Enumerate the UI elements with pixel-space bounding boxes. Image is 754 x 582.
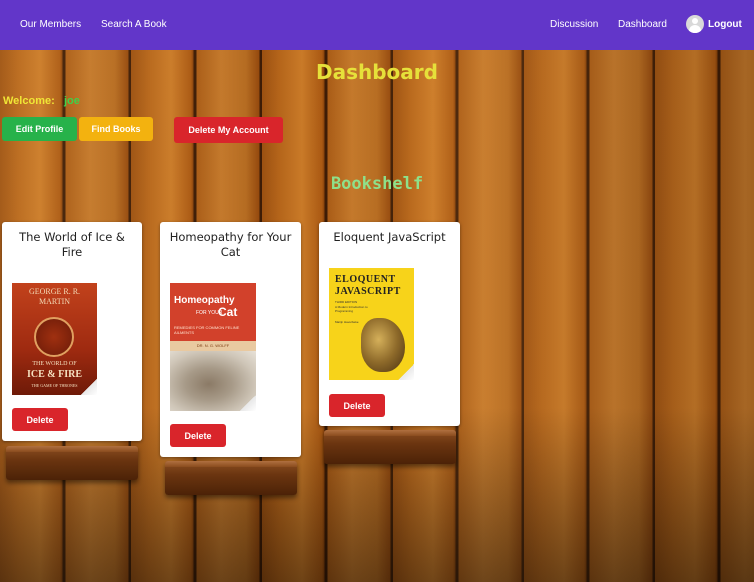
welcome-username: joe — [64, 95, 80, 107]
shelf-plank — [165, 461, 297, 495]
delete-book-button[interactable]: Delete — [329, 394, 385, 417]
book-card: Eloquent JavaScript ELOQUENT JAVASCRIPT … — [319, 222, 460, 426]
nav-dashboard[interactable]: Dashboard — [618, 0, 667, 50]
nav-discussion[interactable]: Discussion — [550, 0, 598, 50]
user-avatar-icon[interactable] — [686, 15, 704, 33]
book-title: Homeopathy for Your Cat — [169, 230, 292, 259]
top-navbar: Our Members Search A Book Discussion Das… — [0, 0, 754, 50]
cover-subtitle: REMEDIES FOR COMMON FELINE AILMENTS — [174, 325, 240, 335]
cover-line3: Cat — [218, 305, 238, 319]
delete-book-button[interactable]: Delete — [12, 408, 68, 431]
book-card: Homeopathy for Your Cat Homeopathy FOR Y… — [160, 222, 301, 457]
book-cover-image: Homeopathy FOR YOUR Cat REMEDIES FOR COM… — [170, 283, 256, 411]
delete-account-button[interactable]: Delete My Account — [174, 117, 283, 143]
book-title: Eloquent JavaScript — [333, 230, 446, 244]
nav-logout[interactable]: Logout — [708, 0, 742, 50]
shelf-plank — [324, 430, 456, 464]
cover-line1: THE WORLD OF — [32, 361, 77, 367]
book-title: The World of Ice & Fire — [19, 230, 125, 259]
book-cover-image: ELOQUENT JAVASCRIPT THIRD EDITION A Mode… — [329, 268, 414, 380]
cover-line2: JAVASCRIPT — [335, 286, 401, 297]
cover-author: GEORGE R. R. MARTIN — [28, 287, 81, 306]
find-books-button[interactable]: Find Books — [79, 117, 153, 141]
nav-our-members[interactable]: Our Members — [20, 0, 81, 50]
cover-emblem — [34, 317, 74, 357]
bookshelf-title: Bookshelf — [330, 174, 424, 194]
cover-edition: THIRD EDITION — [335, 300, 358, 304]
book-card: The World of Ice & Fire GEORGE R. R. MAR… — [2, 222, 142, 441]
page-title: Dashboard — [316, 60, 438, 84]
delete-book-button[interactable]: Delete — [170, 424, 226, 447]
cover-line1: ELOQUENT — [335, 274, 396, 285]
nav-search-a-book[interactable]: Search A Book — [101, 0, 167, 50]
book-cover-image: GEORGE R. R. MARTIN THE WORLD OF ICE & F… — [12, 283, 97, 395]
edit-profile-button[interactable]: Edit Profile — [2, 117, 77, 141]
welcome-label: Welcome: — [3, 95, 55, 107]
shelf-plank — [6, 446, 138, 480]
cover-author: DR. N. G. WOLFF — [170, 341, 256, 351]
cover-subtitle: A Modern Introduction to Programming — [335, 305, 368, 313]
cover-author: Marijn Haverbeke — [335, 320, 359, 324]
